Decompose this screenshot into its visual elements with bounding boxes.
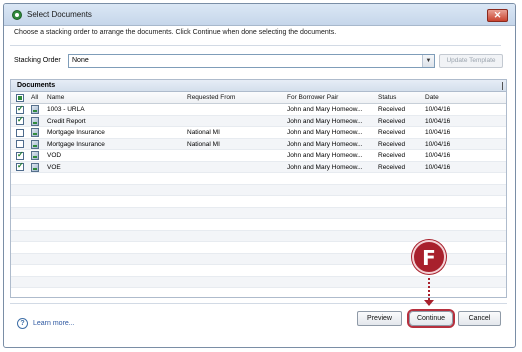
table-row[interactable]: Mortgage Insurance National MI John and Ma… [11, 138, 506, 150]
chevron-down-icon[interactable]: ▼ [422, 55, 434, 67]
documents-label: Documents [17, 82, 56, 89]
cell-borrower-pair: John and Mary Homeow... [287, 129, 363, 136]
document-icon [31, 162, 39, 172]
learn-more-link[interactable]: Learn more... [33, 320, 75, 327]
document-icon [31, 139, 39, 149]
table-row[interactable]: VOD John and Mary Homeow... Received 10/04/… [11, 150, 506, 162]
cell-status: Received [378, 163, 406, 171]
document-icon [31, 105, 39, 114]
cell-requested-from: National MI [187, 129, 220, 136]
table-row[interactable]: VOE John and Mary Homeow... Received 10/04/… [11, 161, 506, 173]
cancel-button[interactable]: Cancel [458, 311, 501, 326]
table-header: All Name Requested From For Borrower Pai… [11, 92, 506, 104]
close-icon[interactable]: ✕ [487, 9, 508, 22]
callout-badge: F [412, 240, 446, 274]
window-title: Select Documents [27, 10, 92, 19]
cell-name: Credit Report [47, 117, 86, 125]
empty-row [11, 207, 506, 219]
cell-name: Mortgage Insurance [47, 140, 105, 148]
documents-section-header: Documents [10, 79, 507, 92]
cell-name: 1003 - URLA [47, 106, 85, 113]
empty-row [11, 276, 506, 288]
row-checkbox[interactable] [16, 104, 24, 114]
callout-arrow-icon [424, 300, 434, 306]
document-icon [31, 151, 39, 160]
table-row[interactable]: 1003 - URLA John and Mary Homeow... Receiv… [11, 104, 506, 116]
cell-name: VOD [47, 152, 62, 159]
row-checkbox[interactable] [16, 161, 24, 171]
empty-row [11, 288, 506, 297]
empty-row [11, 219, 506, 231]
instruction-text: Choose a stacking order to arrange the d… [14, 29, 337, 36]
column-all[interactable]: All [31, 94, 38, 101]
cell-status: Received [378, 140, 406, 148]
cell-status: Received [378, 106, 406, 113]
column-date[interactable]: Date [425, 94, 439, 101]
cell-date: 10/04/16 [425, 129, 451, 136]
column-requested-from[interactable]: Requested From [187, 94, 235, 101]
title-bar: Select Documents ✕ [4, 4, 515, 26]
cell-requested-from: National MI [187, 140, 220, 148]
divider [10, 45, 501, 46]
cell-borrower-pair: John and Mary Homeow... [287, 117, 363, 125]
document-icon [31, 128, 39, 137]
help-icon[interactable]: ? [17, 318, 28, 329]
cell-borrower-pair: John and Mary Homeow... [287, 106, 363, 113]
cell-date: 10/04/16 [425, 152, 451, 159]
document-icon [31, 116, 39, 126]
row-checkbox[interactable] [16, 150, 24, 160]
callout-pointer [428, 278, 430, 302]
callout-letter: F [422, 246, 436, 270]
divider [502, 82, 503, 90]
stacking-order-label: Stacking Order [14, 57, 61, 64]
empty-row [11, 196, 506, 208]
row-checkbox[interactable] [16, 115, 24, 125]
row-checkbox[interactable] [16, 140, 24, 148]
empty-row [11, 184, 506, 196]
cell-date: 10/04/16 [425, 140, 451, 148]
cell-date: 10/04/16 [425, 117, 451, 125]
column-borrower-pair[interactable]: For Borrower Pair [287, 94, 338, 101]
cell-borrower-pair: John and Mary Homeow... [287, 152, 363, 159]
cell-date: 10/04/16 [425, 163, 451, 171]
column-name[interactable]: Name [47, 94, 64, 101]
cell-status: Received [378, 152, 406, 159]
cell-borrower-pair: John and Mary Homeow... [287, 163, 363, 171]
preview-button[interactable]: Preview [357, 311, 402, 326]
table-row[interactable]: Mortgage Insurance National MI John and Ma… [11, 127, 506, 139]
table-row[interactable]: Credit Report John and Mary Homeow... Rece… [11, 115, 506, 127]
cell-borrower-pair: John and Mary Homeow... [287, 140, 363, 148]
cell-name: Mortgage Insurance [47, 129, 105, 136]
update-template-button[interactable]: Update Template [439, 54, 503, 68]
column-status[interactable]: Status [378, 94, 396, 101]
empty-row [11, 173, 506, 185]
stacking-order-select[interactable]: None ▼ [68, 54, 435, 68]
cell-name: VOE [47, 163, 61, 171]
cell-date: 10/04/16 [425, 106, 451, 113]
row-checkbox[interactable] [16, 128, 24, 137]
cell-status: Received [378, 129, 406, 136]
app-icon [12, 10, 22, 20]
select-all-checkbox[interactable] [16, 93, 24, 102]
continue-button[interactable]: Continue [409, 311, 453, 326]
stacking-order-value: None [72, 57, 89, 64]
cell-status: Received [378, 117, 406, 125]
